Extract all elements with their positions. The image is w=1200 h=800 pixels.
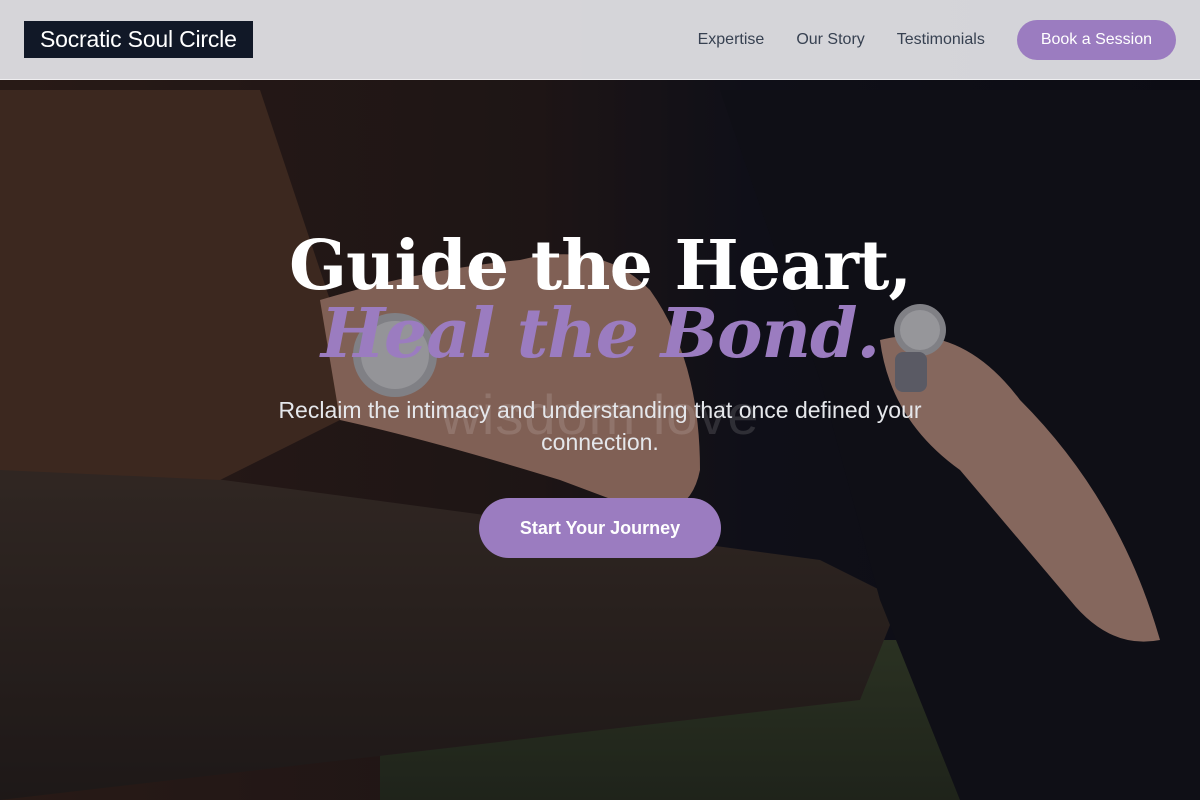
nav-link-testimonials[interactable]: Testimonials (897, 31, 985, 49)
nav-link-expertise[interactable]: Expertise (698, 31, 765, 49)
nav-link-our-story[interactable]: Our Story (796, 31, 864, 49)
hero-section: wisdom love Guide the Heart, Heal the Bo… (0, 0, 1200, 800)
start-journey-button[interactable]: Start Your Journey (479, 498, 721, 558)
brand-logo[interactable]: Socratic Soul Circle (24, 21, 253, 58)
site-header: Socratic Soul Circle Expertise Our Story… (0, 0, 1200, 80)
headline-line-2: Heal the Bond. (320, 294, 880, 374)
main-nav: Expertise Our Story Testimonials Book a … (698, 19, 1176, 60)
hero-headline: Guide the Heart, Heal the Bond. (0, 230, 1200, 370)
book-session-button[interactable]: Book a Session (1016, 19, 1176, 60)
headline-line-1: Guide the Heart, (288, 226, 912, 306)
hero-subheadline: Reclaim the intimacy and understanding t… (278, 397, 922, 455)
hero-content: Guide the Heart, Heal the Bond. Reclaim … (0, 230, 1200, 558)
